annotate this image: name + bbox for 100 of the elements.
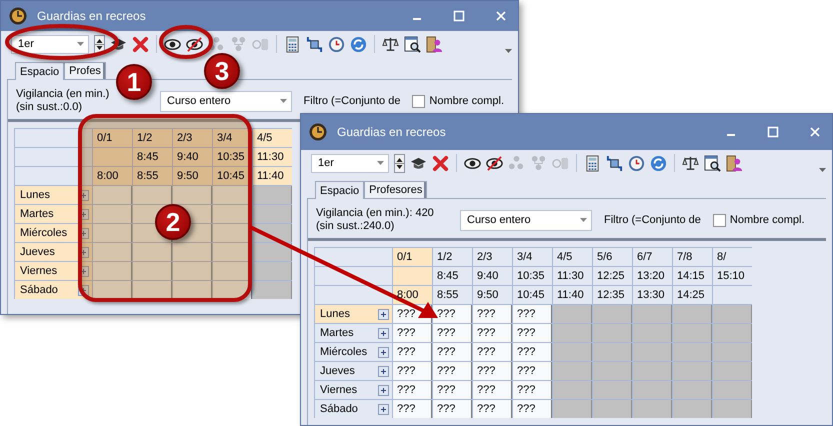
person-door-icon[interactable] bbox=[726, 154, 743, 172]
header-cell: 6/7 bbox=[633, 248, 672, 266]
day-cell[interactable]: Lunes bbox=[315, 305, 392, 323]
app-icon bbox=[309, 123, 327, 141]
calculator-icon[interactable] bbox=[284, 36, 301, 52]
grid-cell: ??? bbox=[393, 324, 432, 342]
overflow-icon[interactable] bbox=[505, 49, 512, 53]
expand-icon[interactable] bbox=[378, 366, 389, 376]
header-cell: 8:55 bbox=[133, 167, 172, 185]
header-cell: 10:35 bbox=[513, 267, 552, 285]
window-title: Guardias en recreos bbox=[37, 9, 147, 23]
header-cell: 8/ bbox=[713, 248, 752, 266]
expand-icon[interactable] bbox=[378, 328, 389, 338]
header-cell bbox=[93, 148, 132, 166]
delete-icon[interactable] bbox=[132, 36, 149, 52]
header-cell: 1/2 bbox=[133, 129, 172, 147]
report-icon[interactable] bbox=[404, 36, 421, 52]
grid-cell: ??? bbox=[393, 343, 432, 361]
spin-buttons[interactable] bbox=[94, 34, 105, 54]
tab[interactable]: Profesores bbox=[364, 181, 428, 198]
course-dropdown[interactable]: Curso entero bbox=[460, 210, 592, 230]
day-cell[interactable]: Sábado bbox=[315, 400, 392, 418]
scales-icon[interactable] bbox=[382, 36, 399, 52]
day-cell[interactable]: Martes bbox=[315, 324, 392, 342]
day-cell[interactable]: Jueves bbox=[315, 362, 392, 380]
highlight-ring bbox=[159, 25, 213, 59]
day-cell[interactable]: Viernes bbox=[15, 262, 92, 280]
grid-cell: ??? bbox=[513, 324, 552, 342]
header-cell: 11:40 bbox=[553, 286, 592, 304]
checkbox[interactable] bbox=[412, 94, 426, 108]
grid-cell: ??? bbox=[433, 362, 472, 380]
refresh-icon[interactable] bbox=[350, 36, 367, 52]
course-dropdown[interactable]: Curso entero bbox=[160, 90, 292, 112]
clock-icon[interactable] bbox=[328, 36, 345, 52]
close-icon[interactable] bbox=[494, 9, 508, 23]
caret-icon[interactable] bbox=[580, 218, 587, 222]
tab[interactable]: Profes bbox=[64, 62, 106, 79]
eye-crossed-icon[interactable] bbox=[486, 154, 503, 172]
caret-icon[interactable] bbox=[280, 99, 287, 103]
spin-buttons[interactable] bbox=[394, 154, 405, 172]
header-cell: 13:30 bbox=[633, 286, 672, 304]
calculator-icon[interactable] bbox=[584, 154, 601, 172]
header-cell: 8:45 bbox=[433, 267, 472, 285]
window-title: Guardias en recreos bbox=[337, 125, 447, 139]
day-cell[interactable]: Jueves bbox=[15, 243, 92, 261]
expand-icon[interactable] bbox=[378, 384, 389, 396]
header-cell: 1/2 bbox=[433, 248, 472, 266]
vigilance-label: Vigilancia (en min.) bbox=[16, 88, 110, 101]
delete-icon[interactable] bbox=[432, 154, 449, 172]
crop-icon[interactable] bbox=[606, 154, 623, 172]
expand-icon[interactable] bbox=[378, 404, 389, 414]
caret-icon[interactable] bbox=[77, 42, 84, 46]
day-cell[interactable]: Martes bbox=[15, 205, 92, 223]
checkbox[interactable] bbox=[712, 214, 726, 226]
header-cell: 0/1 bbox=[93, 129, 132, 147]
tab[interactable]: Espacio bbox=[315, 181, 364, 199]
header-cell: 11:30 bbox=[253, 148, 292, 166]
period-dropdown[interactable]: 1er bbox=[11, 34, 89, 54]
refresh-icon[interactable] bbox=[650, 154, 667, 172]
vigilance-label: Vigilancia (en min.): 420 (sin sust.:240.0) bbox=[316, 207, 435, 233]
caret-icon[interactable] bbox=[377, 161, 384, 165]
header-cell: 11:30 bbox=[553, 267, 592, 285]
overflow-icon[interactable] bbox=[819, 168, 826, 172]
header-cell: 14:25 bbox=[673, 286, 712, 304]
tab[interactable]: Espacio bbox=[15, 62, 64, 80]
header-cell: 9:50 bbox=[173, 167, 212, 185]
eye-crossed-icon[interactable] bbox=[186, 36, 203, 52]
close-icon[interactable] bbox=[808, 125, 822, 139]
grid-cell: ??? bbox=[393, 400, 432, 418]
day-cell[interactable]: Miércoles bbox=[15, 224, 92, 242]
report-icon[interactable] bbox=[704, 154, 721, 172]
header-cell: 12:35 bbox=[593, 286, 632, 304]
header-cell: 10:45 bbox=[513, 286, 552, 304]
person-door-icon[interactable] bbox=[426, 36, 443, 52]
maximize-icon[interactable] bbox=[766, 125, 780, 139]
header-cell: 2/3 bbox=[473, 248, 512, 266]
day-cell[interactable]: Miércoles bbox=[315, 343, 392, 361]
scales-icon[interactable] bbox=[682, 154, 699, 172]
maximize-icon[interactable] bbox=[452, 9, 466, 23]
day-cell[interactable]: Viernes bbox=[315, 381, 392, 399]
day-cell[interactable]: Lunes bbox=[15, 186, 92, 204]
clock-icon[interactable] bbox=[628, 154, 645, 172]
header-cell: 9:50 bbox=[473, 286, 512, 304]
header-cell bbox=[393, 267, 432, 285]
grid-cell: ??? bbox=[513, 381, 552, 399]
day-cell[interactable]: Sábado bbox=[15, 281, 92, 299]
grid-cell: ??? bbox=[513, 305, 552, 323]
expand-icon[interactable] bbox=[378, 346, 389, 358]
grid-cell: ??? bbox=[513, 400, 552, 418]
grid-cell: ??? bbox=[393, 362, 432, 380]
crop-icon[interactable] bbox=[306, 36, 323, 52]
grid-cell: ??? bbox=[473, 362, 512, 380]
expand-icon[interactable] bbox=[78, 284, 89, 296]
expand-icon[interactable] bbox=[378, 308, 389, 320]
grid-cell: ??? bbox=[393, 381, 432, 399]
header-cell: 8:00 bbox=[393, 286, 432, 304]
header-cell: 2/3 bbox=[173, 129, 212, 147]
grid-cell: ??? bbox=[473, 324, 512, 342]
grid-cell: ??? bbox=[473, 381, 512, 399]
period-dropdown[interactable]: 1er bbox=[311, 154, 389, 172]
